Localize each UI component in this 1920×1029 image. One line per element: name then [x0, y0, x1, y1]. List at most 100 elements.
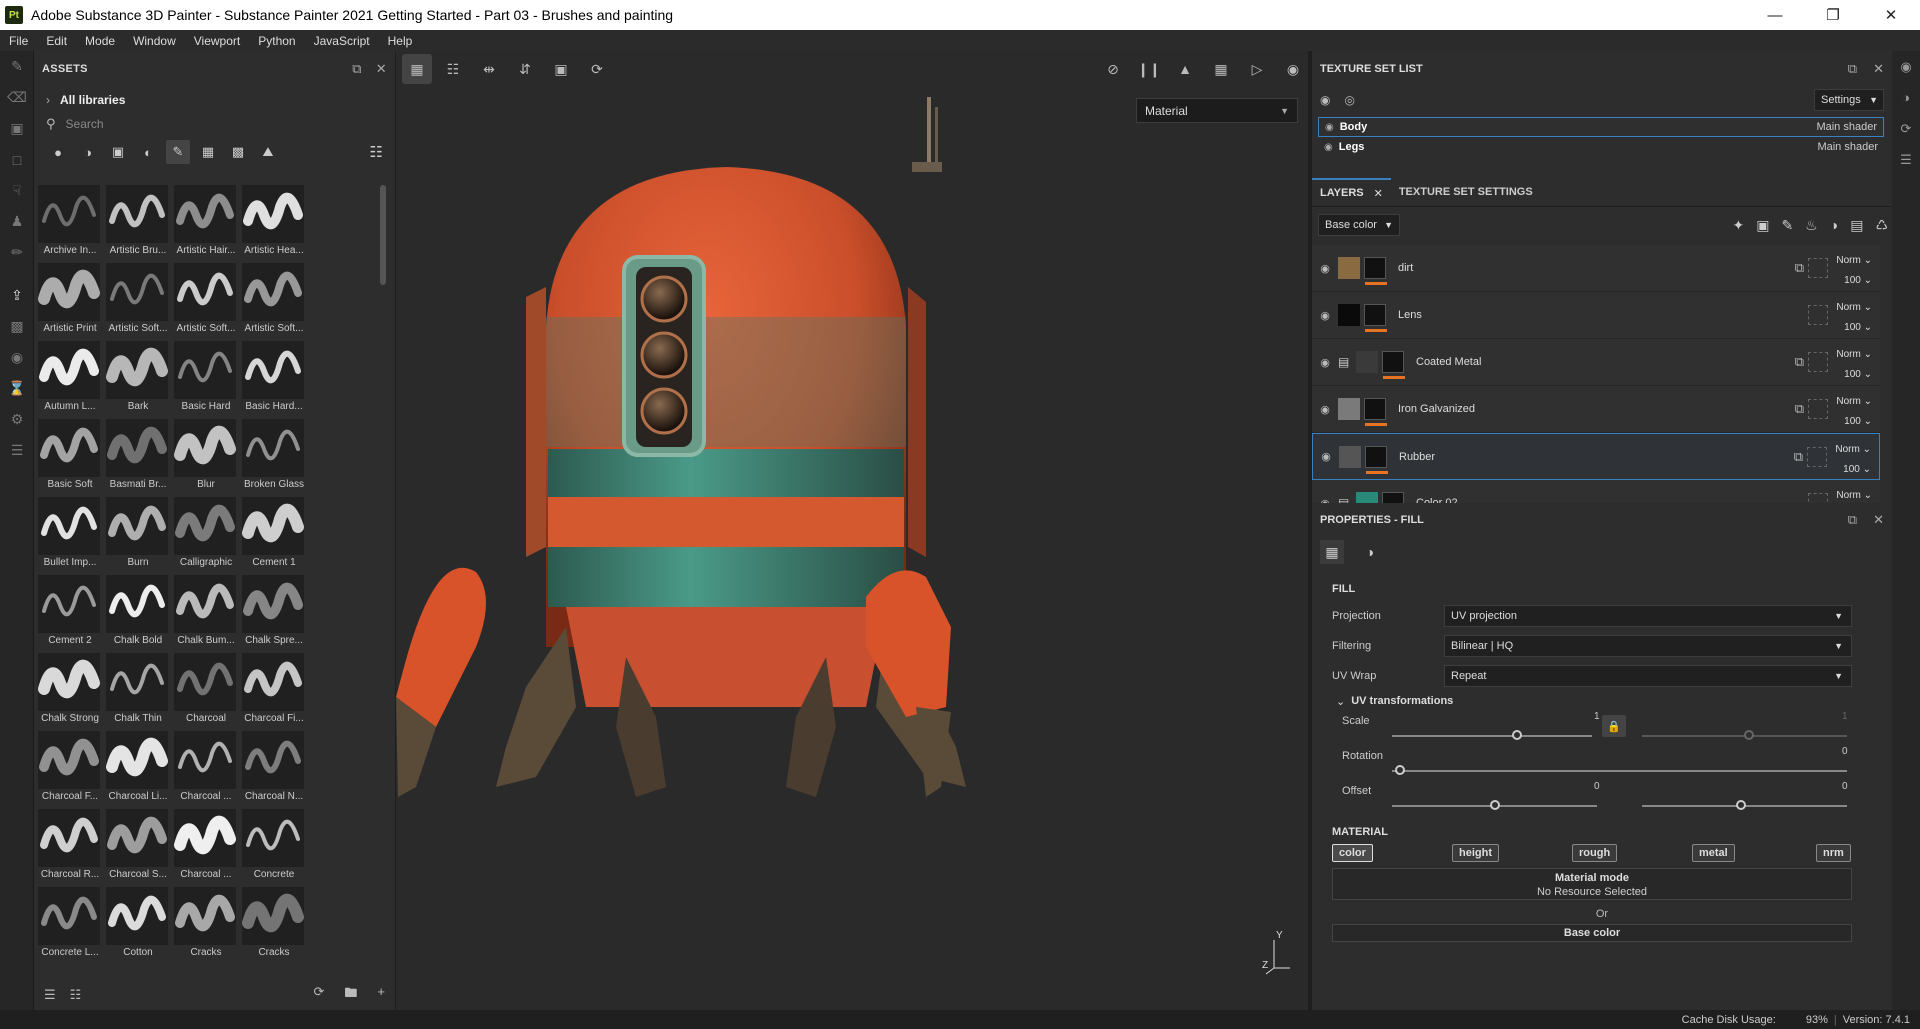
display-icon[interactable]: ◉	[0, 342, 34, 373]
asset-tile[interactable]: Chalk Bold	[106, 575, 170, 651]
asset-tile[interactable]: Cement 2	[38, 575, 102, 651]
asset-tile[interactable]: Broken Glass	[242, 419, 306, 495]
copy-icon[interactable]: ⧉	[1795, 401, 1804, 417]
paint-brush-icon[interactable]: ✎	[0, 51, 34, 82]
asset-tile[interactable]: Artistic Bru...	[106, 185, 170, 261]
viewport[interactable]: Material ▼ Y Z	[396, 87, 1308, 1010]
layer-opacity[interactable]: 100	[1844, 322, 1861, 333]
asset-tile[interactable]: Charcoal ...	[174, 731, 238, 807]
asset-tile[interactable]: Autumn L...	[38, 341, 102, 417]
projection-icon[interactable]: ▣	[0, 113, 34, 144]
asset-tile[interactable]: Cement 1	[242, 497, 306, 573]
asset-tile[interactable]: Blur	[174, 419, 238, 495]
channel-metal-button[interactable]: metal	[1692, 844, 1735, 862]
pause-icon[interactable]: ❙❙	[1134, 54, 1164, 84]
offset-slider-knob[interactable]	[1490, 800, 1500, 810]
add-effect-icon[interactable]: ✦	[1732, 217, 1744, 234]
add-icon[interactable]: +	[377, 984, 385, 1006]
layer-blend-mode[interactable]: Norm	[1836, 490, 1860, 501]
asset-tile[interactable]: Charcoal S...	[106, 809, 170, 885]
settings-dropdown[interactable]: Settings ▼	[1814, 89, 1884, 111]
projection-dropdown[interactable]: UV projection ▼	[1444, 605, 1852, 627]
add-fill-layer-icon[interactable]: ♨	[1805, 217, 1818, 234]
mask-slot[interactable]	[1808, 305, 1828, 325]
mask-slot[interactable]	[1808, 399, 1828, 419]
asset-tile[interactable]: Chalk Bum...	[174, 575, 238, 651]
rotation-slider-knob[interactable]	[1395, 765, 1405, 775]
fit-icon[interactable]: ▣	[546, 54, 576, 84]
asset-tile[interactable]: Artistic Soft...	[106, 263, 170, 339]
asset-tile[interactable]: Cracks	[174, 887, 238, 963]
asset-tile[interactable]: Cracks	[242, 887, 306, 963]
search-field[interactable]: ⚲ Search	[34, 113, 395, 135]
close-icon[interactable]: ✕	[1873, 512, 1884, 528]
folder-icon[interactable]: ▤	[1338, 355, 1356, 369]
menu-python[interactable]: Python	[249, 34, 304, 48]
bake-icon[interactable]: ⚙	[0, 404, 34, 435]
material-mode-slot[interactable]: Material mode No Resource Selected	[1332, 868, 1852, 900]
asset-tile[interactable]: Artistic Hair...	[174, 185, 238, 261]
channel-color-button[interactable]: color	[1332, 844, 1373, 862]
asset-tile[interactable]: Concrete	[242, 809, 306, 885]
brush-filter-icon[interactable]: ✎	[166, 140, 190, 164]
asset-tile[interactable]: Chalk Spre...	[242, 575, 306, 651]
add-paint-layer-icon[interactable]: ✎	[1781, 217, 1793, 234]
scale-slider[interactable]	[1392, 735, 1592, 737]
menu-window[interactable]: Window	[124, 34, 185, 48]
asset-tile[interactable]: Charcoal Li...	[106, 731, 170, 807]
layer-opacity[interactable]: 100	[1843, 464, 1860, 475]
layer-blend-mode[interactable]: Norm	[1836, 255, 1860, 266]
close-icon[interactable]: ✕	[1374, 187, 1383, 200]
asset-tile[interactable]: Concrete L...	[38, 887, 102, 963]
eye-icon[interactable]: ◉	[1312, 497, 1338, 504]
layer-row[interactable]: ◉ Lens Norm ⌄ 100 ⌄	[1312, 292, 1880, 339]
smudge-icon[interactable]: ☟	[0, 175, 34, 206]
texture-filter-icon[interactable]: ▩	[226, 140, 250, 164]
asset-tile[interactable]: Charcoal N...	[242, 731, 306, 807]
menu-javascript[interactable]: JavaScript	[305, 34, 379, 48]
tiles-icon[interactable]: ☷	[438, 54, 468, 84]
visibility-toggle-icon[interactable]: ◉	[1320, 93, 1330, 107]
eye-icon[interactable]: ◉	[1312, 356, 1338, 369]
symmetry-vertical-icon[interactable]: ⇵	[510, 54, 540, 84]
tab-texture-set-settings[interactable]: TEXTURE SET SETTINGS	[1391, 178, 1541, 206]
undock-icon[interactable]: ⧉	[1848, 512, 1857, 528]
channel-rough-button[interactable]: rough	[1572, 844, 1618, 862]
texture-set-legs[interactable]: ◉ Legs Main shader	[1318, 137, 1884, 157]
asset-tile[interactable]: Calligraphic	[174, 497, 238, 573]
asset-tile[interactable]: Artistic Soft...	[242, 263, 306, 339]
material-properties-icon[interactable]: ◑	[1358, 540, 1382, 564]
tab-layers[interactable]: LAYERS ✕	[1312, 178, 1391, 206]
base-color-slot[interactable]: Base color	[1332, 924, 1852, 942]
smart-material-filter-icon[interactable]: ◑	[76, 140, 100, 164]
uvwrap-dropdown[interactable]: Repeat ▼	[1444, 665, 1852, 687]
assets-tab-icon[interactable]: ⇪	[0, 280, 34, 311]
asset-tile[interactable]: Archive In...	[38, 185, 102, 261]
asset-tile[interactable]: Basic Soft	[38, 419, 102, 495]
generator-filter-icon[interactable]: ◐	[136, 140, 160, 164]
library-selector[interactable]: › All libraries	[34, 87, 395, 113]
asset-tile[interactable]: Charcoal Fi...	[242, 653, 306, 729]
asset-tile[interactable]: Charcoal	[174, 653, 238, 729]
log-icon[interactable]: ☰	[0, 435, 34, 466]
hide-icon[interactable]: ⊘	[1098, 54, 1128, 84]
assets-scrollbar[interactable]	[380, 185, 386, 285]
asset-tile[interactable]: Bullet Imp...	[38, 497, 102, 573]
restore-button[interactable]: ❐	[1804, 0, 1862, 30]
history-icon[interactable]: ⟳	[1892, 113, 1920, 144]
asset-tile[interactable]: Artistic Print	[38, 263, 102, 339]
asset-tile[interactable]: Bark	[106, 341, 170, 417]
menu-mode[interactable]: Mode	[76, 34, 124, 48]
eye-icon[interactable]: ◉	[1312, 309, 1338, 322]
asset-tile[interactable]: Chalk Strong	[38, 653, 102, 729]
shelf-icon[interactable]: ▩	[0, 311, 34, 342]
asset-tile[interactable]: Artistic Hea...	[242, 185, 306, 261]
camera-settings-icon[interactable]: ◉	[1892, 51, 1920, 82]
cube-view-icon[interactable]: ▦	[1206, 54, 1236, 84]
layer-row[interactable]: ◉ Iron Galvanized ⧉ Norm ⌄ 100 ⌄	[1312, 386, 1880, 433]
environment-filter-icon[interactable]: ⛰	[256, 140, 280, 164]
uv-view-icon[interactable]: ▦	[402, 54, 432, 84]
layer-opacity[interactable]: 100	[1844, 275, 1861, 286]
asset-tile[interactable]: Charcoal F...	[38, 731, 102, 807]
channel-nrm-button[interactable]: nrm	[1816, 844, 1851, 862]
